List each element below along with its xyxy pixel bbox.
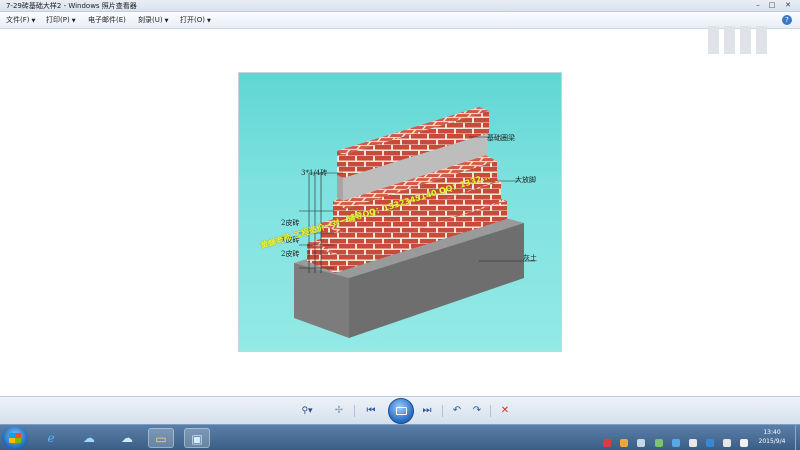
displayed-image: 基础圈梁 3*1/4砖 2皮砖 1皮砖 2皮砖 大放脚 灰土 黄蜂老师 工程造价… xyxy=(238,72,562,352)
show-desktop-button[interactable] xyxy=(795,425,800,450)
label-course-top: 2皮砖 xyxy=(281,219,300,227)
slideshow-button[interactable] xyxy=(388,398,414,424)
brick-foundation-illustration xyxy=(294,107,535,338)
label-soil: 灰土 xyxy=(523,254,537,262)
tray-icon[interactable] xyxy=(671,439,680,447)
fit-window-icon[interactable]: ✢ xyxy=(330,403,348,419)
delete-icon[interactable]: ✕ xyxy=(496,403,514,419)
chevron-down-icon: ▼ xyxy=(206,18,211,24)
help-icon[interactable]: ? xyxy=(782,15,792,25)
tray-icon[interactable] xyxy=(688,439,697,447)
close-button[interactable]: ✕ xyxy=(782,1,794,10)
previous-icon[interactable]: ⏮ xyxy=(362,403,380,419)
system-tray xyxy=(599,432,748,447)
minimize-button[interactable]: – xyxy=(752,1,764,10)
navigation-toolbar: ⚲▾ ✢ ⏮ ⏭ ↶ ↷ ✕ xyxy=(0,396,800,424)
slideshow-icon xyxy=(396,407,407,415)
menu-file[interactable]: 文件(F) ▼ xyxy=(6,15,35,25)
rotate-left-icon[interactable]: ↶ xyxy=(448,403,466,419)
zoom-icon[interactable]: ⚲▾ xyxy=(294,403,320,419)
label-size: 3*1/4砖 xyxy=(301,169,328,177)
start-button[interactable] xyxy=(2,426,28,450)
tray-icon[interactable] xyxy=(620,439,629,447)
toolbar-divider xyxy=(490,405,491,417)
chevron-down-icon: ▼ xyxy=(71,18,76,24)
clock-date: 2015/9/4 xyxy=(758,438,786,445)
tray-icon[interactable] xyxy=(637,439,646,447)
tray-icon[interactable] xyxy=(654,439,663,447)
network-icon[interactable] xyxy=(722,439,731,447)
weather-app-icon[interactable]: ☁ xyxy=(114,428,140,448)
label-foundation-beam: 基础圈梁 xyxy=(487,134,515,142)
label-damp-layer: 大放脚 xyxy=(515,176,536,184)
windows-logo-icon xyxy=(9,433,21,443)
cloud-app-icon[interactable]: ☁ xyxy=(76,428,102,448)
label-course-bottom: 2皮砖 xyxy=(281,250,300,258)
next-icon[interactable]: ⏭ xyxy=(418,403,436,419)
photo-viewer-icon[interactable]: ▣ xyxy=(184,428,210,448)
chevron-down-icon: ▼ xyxy=(164,18,169,24)
toolbar-divider xyxy=(442,405,443,417)
maximize-button[interactable]: □ xyxy=(766,1,778,10)
chevron-down-icon: ▼ xyxy=(31,18,36,24)
menu-print[interactable]: 打印(P) ▼ xyxy=(46,15,76,25)
folder-icon[interactable]: ▭ xyxy=(148,428,174,448)
menu-burn[interactable]: 刻录(U) ▼ xyxy=(138,15,168,25)
toolbar-divider xyxy=(354,405,355,417)
taskbar: ℯ ☁ ☁ ▭ ▣ 13:40 2015/9/4 xyxy=(0,424,800,450)
bluetooth-icon[interactable] xyxy=(705,439,714,447)
menu-bar: 文件(F) ▼ 打印(P) ▼ 电子邮件(E) 刻录(U) ▼ 打开(O) ▼ ? xyxy=(0,12,800,29)
window-title: 7-29砖基础大样2 - Windows 照片查看器 xyxy=(6,2,137,10)
ie-browser-icon[interactable]: ℯ xyxy=(38,428,64,448)
rotate-right-icon[interactable]: ↷ xyxy=(468,403,486,419)
screen-artifact xyxy=(708,26,770,56)
menu-email[interactable]: 电子邮件(E) xyxy=(88,15,126,25)
clock[interactable]: 13:40 2015/9/4 xyxy=(752,428,792,446)
menu-open[interactable]: 打开(O) ▼ xyxy=(180,15,211,25)
volume-icon[interactable] xyxy=(740,439,748,447)
title-bar: 7-29砖基础大样2 - Windows 照片查看器 – □ ✕ xyxy=(0,0,800,12)
tray-icon[interactable] xyxy=(603,439,612,447)
clock-time: 13:40 xyxy=(763,429,781,436)
